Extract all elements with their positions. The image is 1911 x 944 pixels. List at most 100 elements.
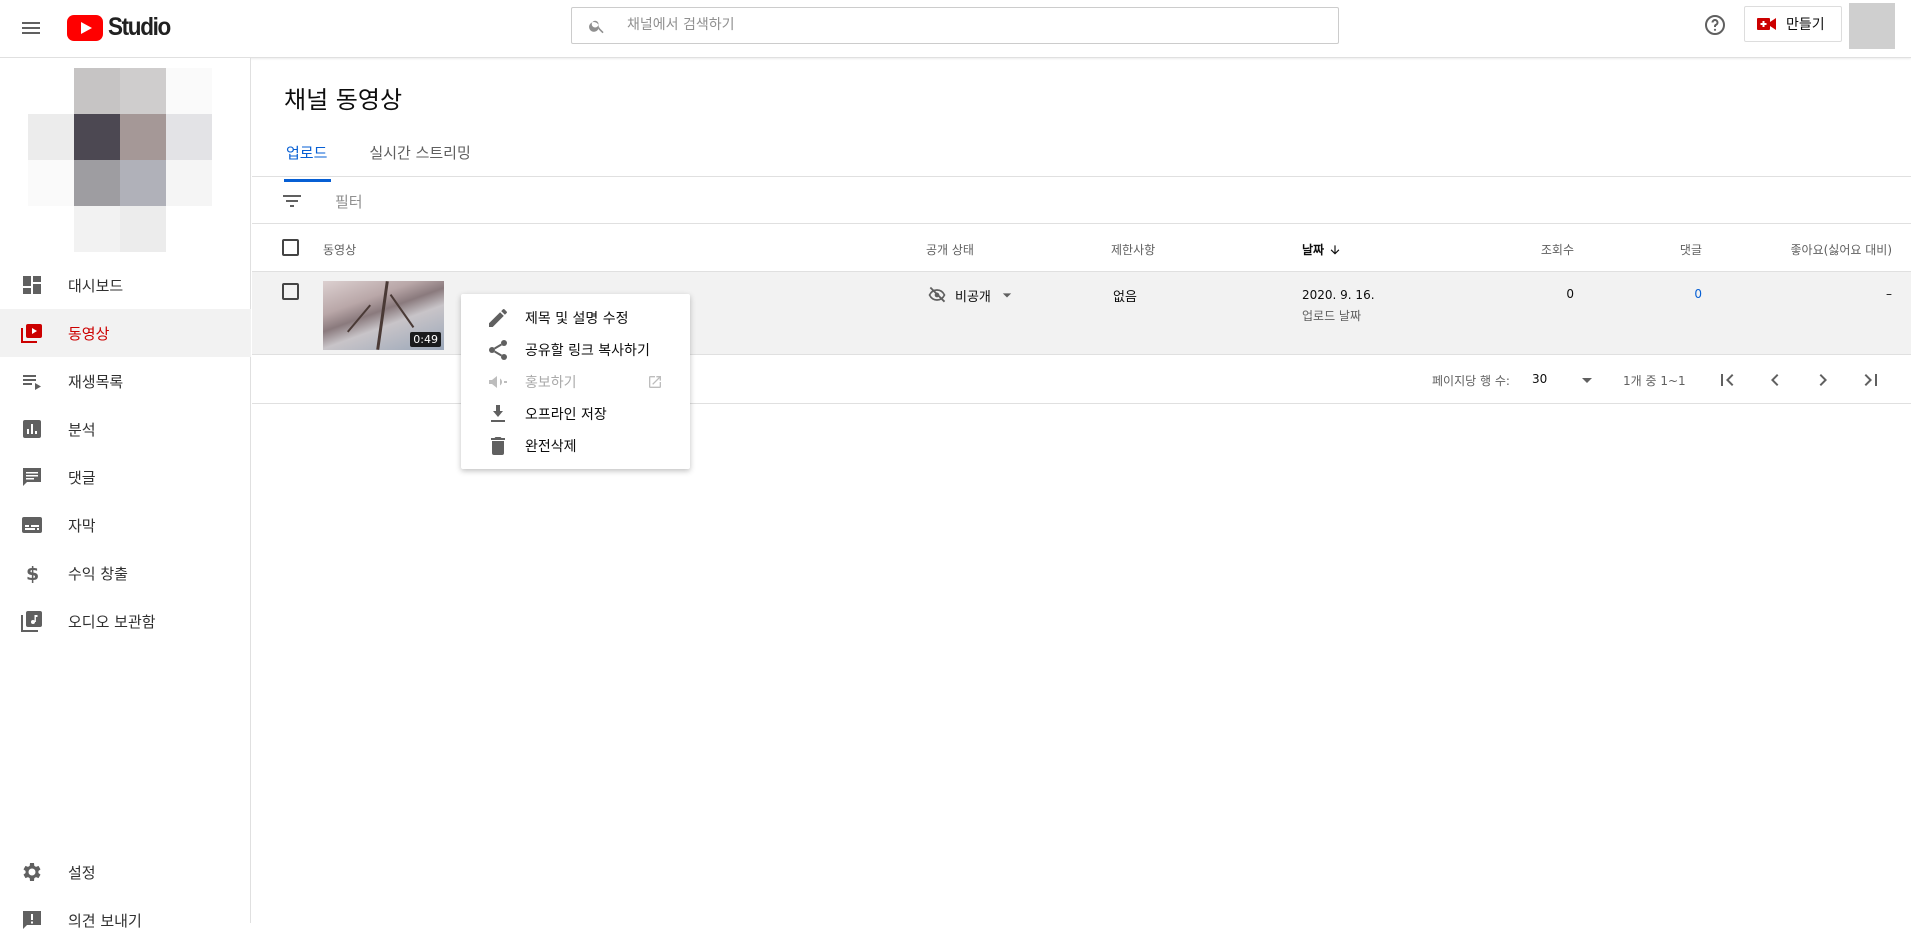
- feedback-icon: [23, 911, 41, 929]
- youtube-play-icon: [67, 14, 103, 41]
- sidebar-item-label: 댓글: [68, 468, 96, 487]
- column-header-restrictions: 제한사항: [1111, 243, 1156, 257]
- search-input[interactable]: [627, 11, 1317, 39]
- create-button-label: 만들기: [1786, 17, 1825, 33]
- sidebar: 대시보드 동영상 재생목록 분석 댓글 자막 $ 수익 창출 오디오 보관함 설…: [0, 58, 251, 930]
- sidebar-item-feedback[interactable]: 의견 보내기: [0, 896, 251, 944]
- menu-item-label: 제목 및 설명 수정: [525, 311, 629, 327]
- date-header-label: 날짜: [1302, 243, 1325, 257]
- rows-per-page-select[interactable]: 30: [1530, 366, 1602, 394]
- views-value: 0: [1566, 287, 1574, 301]
- filter-input[interactable]: 필터: [335, 191, 363, 212]
- analytics-icon: [23, 420, 41, 438]
- menu-item-label: 홍보하기: [525, 375, 577, 391]
- next-page-icon[interactable]: [1811, 368, 1835, 392]
- help-icon[interactable]: [1703, 13, 1727, 37]
- sidebar-item-dashboard[interactable]: 대시보드: [0, 261, 251, 309]
- top-bar: Studio 만들기: [0, 0, 1911, 58]
- video-options-menu: 제목 및 설명 수정 공유할 링크 복사하기 홍보하기 오프라인 저장 완전삭제: [461, 294, 690, 469]
- menu-item-save-offline[interactable]: 오프라인 저장: [461, 398, 690, 430]
- search-box: [571, 7, 1339, 44]
- account-avatar[interactable]: [1849, 3, 1895, 49]
- sidebar-item-label: 설정: [68, 863, 96, 882]
- menu-item-copy-share-link[interactable]: 공유할 링크 복사하기: [461, 334, 690, 366]
- sidebar-item-label: 오디오 보관함: [68, 612, 156, 631]
- videos-icon: [21, 324, 42, 343]
- filter-bar: 필터: [252, 176, 1911, 224]
- search-icon[interactable]: [588, 17, 606, 35]
- share-icon: [489, 340, 507, 360]
- column-header-comments: 댓글: [1679, 243, 1702, 257]
- restrictions-value: 없음: [1113, 290, 1137, 305]
- last-page-icon[interactable]: [1859, 368, 1883, 392]
- comments-link[interactable]: 0: [1662, 287, 1702, 301]
- first-page-icon[interactable]: [1715, 368, 1739, 392]
- playlist-icon: [23, 375, 41, 390]
- sidebar-item-settings[interactable]: 설정: [0, 848, 251, 896]
- menu-item-delete-forever[interactable]: 완전삭제: [461, 430, 690, 462]
- date-value: 2020. 9. 16.: [1302, 288, 1375, 302]
- date-type-label: 업로드 날짜: [1302, 309, 1362, 323]
- sidebar-item-label: 분석: [68, 420, 96, 439]
- sidebar-item-label: 자막: [68, 516, 96, 535]
- dollar-icon: $: [26, 563, 39, 585]
- menu-item-promote: 홍보하기: [461, 366, 690, 398]
- visibility-dropdown[interactable]: 비공개: [927, 285, 1017, 305]
- sidebar-item-label: 동영상: [68, 324, 110, 343]
- likes-value: –: [1886, 287, 1892, 301]
- comments-icon: [23, 468, 41, 486]
- column-header-date[interactable]: 날짜: [1302, 241, 1342, 258]
- column-header-likes: 좋아요(싫어요 대비): [1790, 243, 1893, 257]
- create-button[interactable]: 만들기: [1744, 6, 1842, 42]
- select-all-checkbox[interactable]: [282, 239, 299, 256]
- previous-page-icon[interactable]: [1763, 368, 1787, 392]
- menu-item-label: 오프라인 저장: [525, 407, 607, 423]
- subtitles-icon: [22, 517, 42, 533]
- row-checkbox[interactable]: [282, 283, 299, 300]
- hamburger-menu-icon[interactable]: [19, 16, 43, 40]
- sidebar-item-label: 대시보드: [68, 276, 124, 295]
- rows-per-page-label: 페이지당 행 수:: [1432, 374, 1510, 388]
- video-thumbnail[interactable]: 0:49: [323, 281, 444, 350]
- sidebar-item-label: 의견 보내기: [68, 911, 142, 930]
- external-link-icon: [649, 376, 661, 388]
- youtube-studio-logo[interactable]: Studio: [67, 13, 177, 42]
- sidebar-item-comments[interactable]: 댓글: [0, 453, 251, 501]
- sidebar-item-videos[interactable]: 동영상: [0, 309, 251, 357]
- sidebar-item-audio-library[interactable]: 오디오 보관함: [0, 597, 251, 645]
- video-duration-badge: 0:49: [410, 332, 441, 347]
- download-icon: [491, 405, 505, 422]
- sidebar-item-label: 수익 창출: [68, 564, 128, 583]
- menu-item-label: 완전삭제: [525, 439, 577, 455]
- sort-down-arrow-icon: [1330, 245, 1340, 255]
- sidebar-item-label: 재생목록: [68, 372, 124, 391]
- filter-icon[interactable]: [280, 189, 304, 213]
- sidebar-item-monetization[interactable]: $ 수익 창출: [0, 549, 251, 597]
- svg-text:$: $: [26, 563, 39, 585]
- visibility-value: 비공개: [955, 289, 991, 305]
- column-header-views: 조회수: [1540, 243, 1574, 257]
- menu-item-edit-title-description[interactable]: 제목 및 설명 수정: [461, 302, 690, 334]
- sidebar-item-subtitles[interactable]: 자막: [0, 501, 251, 549]
- sidebar-item-playlists[interactable]: 재생목록: [0, 357, 251, 405]
- page-range-label: 1개 중 1~1: [1623, 374, 1686, 388]
- audio-library-icon: [21, 611, 42, 632]
- column-header-visibility: 공개 상태: [926, 243, 974, 257]
- eye-off-icon: [928, 286, 946, 303]
- column-header-video: 동영상: [323, 243, 357, 257]
- rows-per-page-value: 30: [1532, 372, 1548, 386]
- trash-icon: [491, 437, 505, 455]
- dashboard-icon: [23, 276, 41, 294]
- main-content: 채널 동영상 업로드 실시간 스트리밍 필터 동영상 공개 상태 제한사항 날짜…: [252, 58, 1911, 923]
- page-title: 채널 동영상: [284, 86, 403, 114]
- video-camera-icon: [1757, 18, 1776, 30]
- channel-avatar[interactable]: [28, 68, 212, 252]
- gear-icon: [23, 863, 41, 881]
- logo-text: Studio: [108, 13, 171, 41]
- chevron-down-icon: [1002, 293, 1012, 298]
- sidebar-item-analytics[interactable]: 분석: [0, 405, 251, 453]
- table-header: 동영상 공개 상태 제한사항 날짜 조회수 댓글 좋아요(싫어요 대비): [252, 224, 1911, 272]
- menu-item-label: 공유할 링크 복사하기: [525, 343, 650, 359]
- megaphone-icon: [489, 376, 507, 388]
- chevron-down-icon: [1582, 378, 1592, 383]
